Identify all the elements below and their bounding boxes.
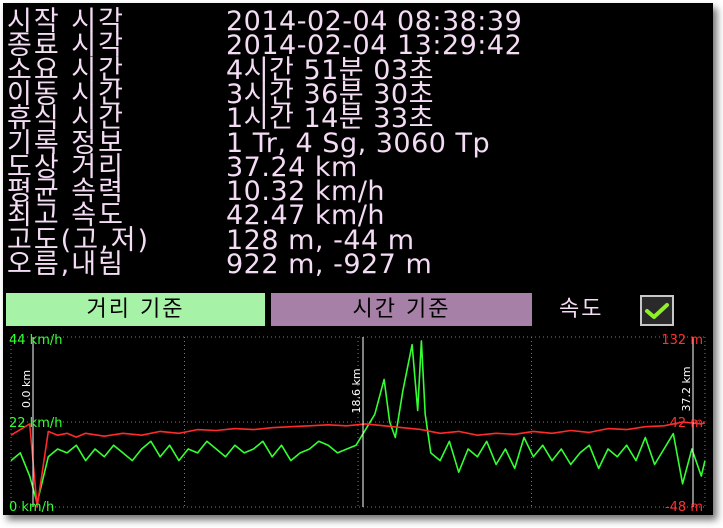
right-axis-label: 42 m (670, 416, 703, 431)
checkmark-icon (645, 303, 669, 319)
distance-basis-button[interactable]: 거리 기준 (6, 293, 265, 326)
distance-marker-label: 18.6 km (350, 368, 363, 413)
distance-marker-label: 0.0 km (20, 370, 33, 408)
right-axis-label: 132 m (661, 333, 703, 348)
speed-toggle-label: 속도 (559, 297, 604, 322)
right-axis-label: -48 m (665, 500, 703, 515)
distance-marker-label: 37.2 km (680, 366, 693, 411)
stat-value: 922 m, -927 m (226, 249, 433, 280)
time-basis-button[interactable]: 시간 기준 (271, 293, 532, 326)
left-axis-label: 44 km/h (9, 333, 63, 348)
chart-mode-bar: 거리 기준 시간 기준 속도 (3, 293, 713, 327)
speed-altitude-chart: 0.0 km 18.6 km 37.2 km 44 km/h 22 km/h 0 km/h… (9, 333, 706, 515)
speed-checkbox[interactable] (640, 295, 674, 326)
left-axis-label: 22 km/h (9, 416, 63, 431)
left-axis-label: 0 km/h (9, 500, 54, 515)
track-stats-screen: 시작 시각 2014-02-04 08:38:39 종료 시각 2014-02-04 … (3, 3, 713, 515)
stat-row: 오름,내림 922 m, -927 m (3, 248, 713, 282)
stat-label: 오름,내림 (7, 249, 125, 280)
